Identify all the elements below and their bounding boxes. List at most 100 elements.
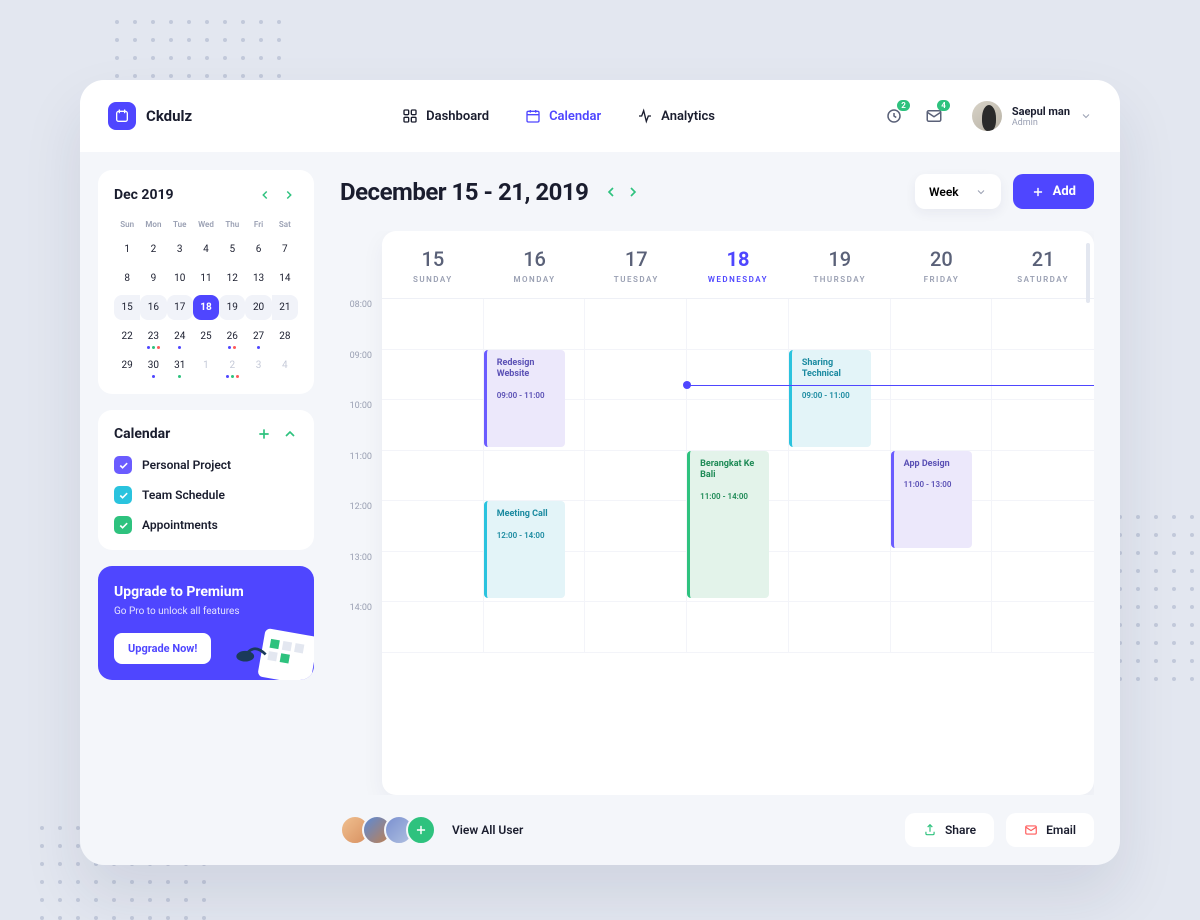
mini-cal-day[interactable]: 21 <box>272 295 298 320</box>
view-select[interactable]: Week <box>915 174 1001 209</box>
mini-cal-day[interactable]: 30 <box>140 353 166 378</box>
add-calendar-button[interactable] <box>256 426 272 442</box>
inbox-badge: 4 <box>937 100 950 111</box>
mini-cal-day[interactable]: 1 <box>193 353 219 378</box>
mini-cal-day[interactable]: 28 <box>272 324 298 349</box>
mini-cal-day[interactable]: 23 <box>140 324 166 349</box>
mini-cal-day[interactable]: 4 <box>193 237 219 262</box>
add-button[interactable]: Add <box>1013 174 1094 209</box>
calendar-list-card: Calendar Personal Project Team Schedule Ap… <box>98 410 314 550</box>
calendar-item[interactable]: Appointments <box>114 516 298 534</box>
topbar: Ckdulz Dashboard Calendar Analytics 2 <box>80 80 1120 152</box>
range-prev[interactable] <box>602 183 620 201</box>
share-button[interactable]: Share <box>905 813 994 847</box>
nav-calendar[interactable]: Calendar <box>525 108 601 124</box>
mini-cal-day[interactable]: 25 <box>193 324 219 349</box>
user-avatars <box>340 815 428 845</box>
day-header[interactable]: 20FRIDAY <box>891 231 993 298</box>
promo-illustration-icon <box>234 610 314 680</box>
mini-cal-day[interactable]: 19 <box>219 295 245 320</box>
week-grid[interactable]: Redesign Website09:00 - 11:00 Meeting Cal… <box>382 299 1094 653</box>
mini-cal-day[interactable]: 4 <box>272 353 298 378</box>
calendar-item[interactable]: Team Schedule <box>114 486 298 504</box>
brand-name: Ckdulz <box>146 107 192 125</box>
mini-cal-day[interactable]: 1 <box>114 237 140 262</box>
sidebar: Dec 2019 SunMonTueWedThuFriSat1234567891… <box>80 152 332 865</box>
user-name: Saepul man <box>1012 105 1070 118</box>
day-header[interactable]: 17TUESDAY <box>585 231 687 298</box>
mini-cal-day[interactable]: 10 <box>167 266 193 291</box>
brand[interactable]: Ckdulz <box>108 102 192 130</box>
mini-cal-day[interactable]: 26 <box>219 324 245 349</box>
calendar-event[interactable]: App Design11:00 - 13:00 <box>891 451 973 548</box>
calendar-event[interactable]: Sharing Technical09:00 - 11:00 <box>789 350 871 447</box>
calendar-list-title: Calendar <box>114 426 170 442</box>
notification-button[interactable]: 2 <box>884 106 904 126</box>
mini-cal-day[interactable]: 15 <box>114 295 140 320</box>
calendar-item[interactable]: Personal Project <box>114 456 298 474</box>
day-header[interactable]: 21SATURDAY <box>992 231 1094 298</box>
mini-cal-day[interactable]: 9 <box>140 266 166 291</box>
app-window: Ckdulz Dashboard Calendar Analytics 2 <box>80 80 1120 865</box>
mini-cal-day[interactable]: 18 <box>193 295 219 320</box>
mini-cal-day[interactable]: 12 <box>219 266 245 291</box>
current-time-line <box>687 385 1094 386</box>
checkbox-icon <box>114 516 132 534</box>
mini-cal-day[interactable]: 3 <box>245 353 271 378</box>
calendar-event[interactable]: Meeting Call12:00 - 14:00 <box>484 501 566 598</box>
mini-cal-day[interactable]: 16 <box>140 295 166 320</box>
mini-cal-next[interactable] <box>280 186 298 204</box>
mini-cal-day[interactable]: 6 <box>245 237 271 262</box>
collapse-calendar-button[interactable] <box>282 426 298 442</box>
mini-cal-day[interactable]: 13 <box>245 266 271 291</box>
mini-cal-day[interactable]: 7 <box>272 237 298 262</box>
chevron-down-icon <box>975 186 987 198</box>
mini-cal-day[interactable]: 2 <box>219 353 245 378</box>
mini-cal-day[interactable]: 14 <box>272 266 298 291</box>
range-next[interactable] <box>624 183 642 201</box>
mini-cal-day[interactable]: 20 <box>245 295 271 320</box>
nav-dashboard[interactable]: Dashboard <box>402 108 489 124</box>
date-range-title: December 15 - 21, 2019 <box>340 178 588 206</box>
user-role: Admin <box>1012 118 1070 128</box>
mini-cal-day[interactable]: 17 <box>167 295 193 320</box>
mini-cal-day[interactable]: 31 <box>167 353 193 378</box>
day-header[interactable]: 19THURSDAY <box>789 231 891 298</box>
mini-cal-day[interactable]: 2 <box>140 237 166 262</box>
main-nav: Dashboard Calendar Analytics <box>402 108 715 124</box>
nav-analytics[interactable]: Analytics <box>637 108 715 124</box>
mini-cal-day[interactable]: 24 <box>167 324 193 349</box>
day-header[interactable]: 18WEDNESDAY <box>687 231 789 298</box>
add-user-button[interactable] <box>406 815 436 845</box>
grid-icon <box>402 108 418 124</box>
user-avatar <box>972 101 1002 131</box>
view-all-users-link[interactable]: View All User <box>452 823 523 837</box>
user-menu[interactable]: Saepul man Admin <box>972 101 1092 131</box>
day-header[interactable]: 15SUNDAY <box>382 231 484 298</box>
email-button[interactable]: Email <box>1006 813 1094 847</box>
mini-cal-day[interactable]: 11 <box>193 266 219 291</box>
notification-badge: 2 <box>897 100 910 111</box>
calendar-icon <box>525 108 541 124</box>
mini-calendar: Dec 2019 SunMonTueWedThuFriSat1234567891… <box>98 170 314 394</box>
mini-cal-day[interactable]: 29 <box>114 353 140 378</box>
scrollbar[interactable] <box>1086 243 1090 303</box>
main-area: December 15 - 21, 2019 Week Add <box>332 152 1120 865</box>
upgrade-promo: Upgrade to Premium Go Pro to unlock all … <box>98 566 314 680</box>
mini-cal-day[interactable]: 27 <box>245 324 271 349</box>
brand-logo-icon <box>108 102 136 130</box>
upgrade-button[interactable]: Upgrade Now! <box>114 633 211 664</box>
week-panel: 15SUNDAY16MONDAY17TUESDAY18WEDNESDAY19TH… <box>382 231 1094 795</box>
topbar-actions: 2 4 Saepul man Admin <box>884 101 1092 131</box>
mini-cal-prev[interactable] <box>256 186 274 204</box>
checkbox-icon <box>114 486 132 504</box>
promo-title: Upgrade to Premium <box>114 584 298 600</box>
calendar-event[interactable]: Redesign Website09:00 - 11:00 <box>484 350 566 447</box>
calendar-event[interactable]: Berangkat Ke Bali11:00 - 14:00 <box>687 451 769 599</box>
mini-cal-day[interactable]: 3 <box>167 237 193 262</box>
mini-cal-day[interactable]: 8 <box>114 266 140 291</box>
mini-cal-day[interactable]: 5 <box>219 237 245 262</box>
day-header[interactable]: 16MONDAY <box>484 231 586 298</box>
mini-cal-day[interactable]: 22 <box>114 324 140 349</box>
inbox-button[interactable]: 4 <box>924 106 944 126</box>
